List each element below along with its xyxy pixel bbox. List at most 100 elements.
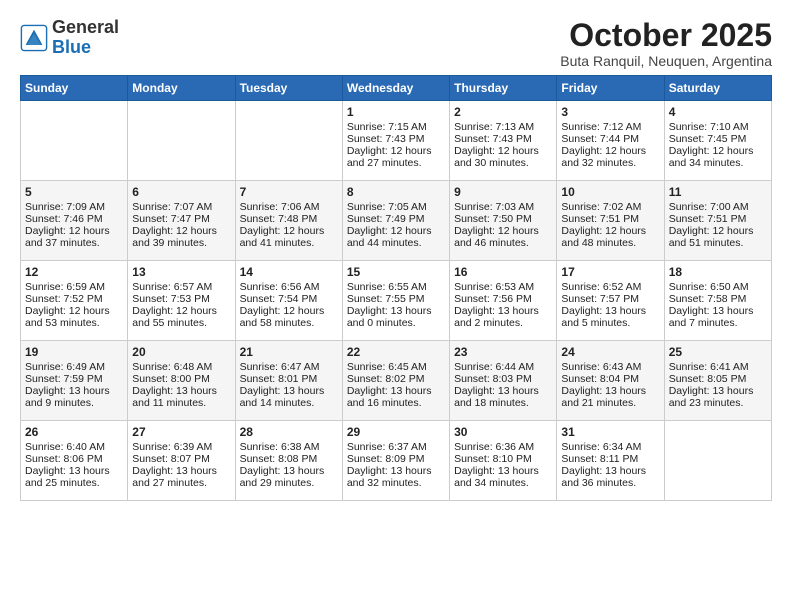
day-info-line: Sunrise: 7:12 AM [561,121,659,133]
day-info-line: and 5 minutes. [561,317,659,329]
day-info-line: Sunrise: 7:07 AM [132,201,230,213]
day-info-line: Sunset: 7:44 PM [561,133,659,145]
day-cell: 16Sunrise: 6:53 AMSunset: 7:56 PMDayligh… [450,261,557,341]
day-cell: 27Sunrise: 6:39 AMSunset: 8:07 PMDayligh… [128,421,235,501]
logo: General Blue [20,18,119,58]
day-number: 27 [132,425,230,439]
week-row-2: 5Sunrise: 7:09 AMSunset: 7:46 PMDaylight… [21,181,772,261]
day-info-line: and 55 minutes. [132,317,230,329]
day-number: 29 [347,425,445,439]
day-info-line: Sunset: 7:50 PM [454,213,552,225]
day-info-line: Daylight: 12 hours [132,225,230,237]
day-info-line: Sunrise: 7:03 AM [454,201,552,213]
day-info-line: Sunset: 8:09 PM [347,453,445,465]
day-info-line: Sunrise: 6:47 AM [240,361,338,373]
day-info-line: Sunrise: 6:41 AM [669,361,767,373]
day-info-line: Sunrise: 6:48 AM [132,361,230,373]
day-cell [235,101,342,181]
day-info-line: and 27 minutes. [347,157,445,169]
day-number: 17 [561,265,659,279]
day-info-line: Sunset: 8:07 PM [132,453,230,465]
day-info-line: Sunrise: 6:44 AM [454,361,552,373]
day-info-line: Sunrise: 6:52 AM [561,281,659,293]
day-cell: 21Sunrise: 6:47 AMSunset: 8:01 PMDayligh… [235,341,342,421]
day-cell: 15Sunrise: 6:55 AMSunset: 7:55 PMDayligh… [342,261,449,341]
day-info-line: Daylight: 12 hours [454,145,552,157]
day-cell: 24Sunrise: 6:43 AMSunset: 8:04 PMDayligh… [557,341,664,421]
day-info-line: Daylight: 12 hours [561,225,659,237]
day-number: 10 [561,185,659,199]
col-wednesday: Wednesday [342,76,449,101]
day-info-line: and 29 minutes. [240,477,338,489]
day-info-line: and 14 minutes. [240,397,338,409]
day-info-line: Daylight: 12 hours [347,145,445,157]
day-info-line: Sunrise: 7:02 AM [561,201,659,213]
day-info-line: Sunset: 7:56 PM [454,293,552,305]
header-row: Sunday Monday Tuesday Wednesday Thursday… [21,76,772,101]
day-cell: 11Sunrise: 7:00 AMSunset: 7:51 PMDayligh… [664,181,771,261]
logo-icon [20,24,48,52]
day-cell: 10Sunrise: 7:02 AMSunset: 7:51 PMDayligh… [557,181,664,261]
day-info-line: Sunset: 8:05 PM [669,373,767,385]
day-cell: 5Sunrise: 7:09 AMSunset: 7:46 PMDaylight… [21,181,128,261]
day-info-line: Daylight: 13 hours [240,465,338,477]
day-info-line: Sunrise: 6:38 AM [240,441,338,453]
subtitle: Buta Ranquil, Neuquen, Argentina [560,53,772,69]
day-info-line: Daylight: 12 hours [347,225,445,237]
day-number: 31 [561,425,659,439]
day-cell: 22Sunrise: 6:45 AMSunset: 8:02 PMDayligh… [342,341,449,421]
day-info-line: and 23 minutes. [669,397,767,409]
day-info-line: Daylight: 12 hours [454,225,552,237]
day-info-line: Daylight: 12 hours [25,305,123,317]
day-info-line: Daylight: 13 hours [669,305,767,317]
day-number: 21 [240,345,338,359]
day-info-line: Sunrise: 7:13 AM [454,121,552,133]
day-info-line: Sunrise: 6:45 AM [347,361,445,373]
day-info-line: Sunset: 7:49 PM [347,213,445,225]
day-info-line: Sunrise: 6:40 AM [25,441,123,453]
day-info-line: Sunset: 8:04 PM [561,373,659,385]
calendar-page: General Blue October 2025 Buta Ranquil, … [0,0,792,612]
day-info-line: Sunrise: 7:05 AM [347,201,445,213]
day-number: 22 [347,345,445,359]
day-info-line: and 53 minutes. [25,317,123,329]
day-number: 18 [669,265,767,279]
day-number: 15 [347,265,445,279]
day-number: 25 [669,345,767,359]
day-cell: 12Sunrise: 6:59 AMSunset: 7:52 PMDayligh… [21,261,128,341]
day-info-line: Sunrise: 6:34 AM [561,441,659,453]
day-info-line: Sunset: 8:03 PM [454,373,552,385]
col-thursday: Thursday [450,76,557,101]
day-cell: 18Sunrise: 6:50 AMSunset: 7:58 PMDayligh… [664,261,771,341]
day-cell: 19Sunrise: 6:49 AMSunset: 7:59 PMDayligh… [21,341,128,421]
logo-text: General Blue [52,18,119,58]
day-info-line: Daylight: 13 hours [561,465,659,477]
day-number: 26 [25,425,123,439]
day-info-line: and 21 minutes. [561,397,659,409]
day-number: 3 [561,105,659,119]
week-row-3: 12Sunrise: 6:59 AMSunset: 7:52 PMDayligh… [21,261,772,341]
day-info-line: and 27 minutes. [132,477,230,489]
day-number: 12 [25,265,123,279]
day-number: 24 [561,345,659,359]
day-info-line: Daylight: 13 hours [25,465,123,477]
day-cell: 29Sunrise: 6:37 AMSunset: 8:09 PMDayligh… [342,421,449,501]
day-info-line: Sunset: 8:10 PM [454,453,552,465]
day-info-line: Sunset: 7:48 PM [240,213,338,225]
day-cell: 25Sunrise: 6:41 AMSunset: 8:05 PMDayligh… [664,341,771,421]
day-info-line: and 18 minutes. [454,397,552,409]
week-row-1: 1Sunrise: 7:15 AMSunset: 7:43 PMDaylight… [21,101,772,181]
day-info-line: Daylight: 13 hours [347,385,445,397]
day-info-line: Sunrise: 6:50 AM [669,281,767,293]
day-info-line: Sunset: 7:45 PM [669,133,767,145]
day-info-line: Daylight: 12 hours [25,225,123,237]
header: General Blue October 2025 Buta Ranquil, … [20,18,772,69]
day-info-line: Daylight: 13 hours [132,385,230,397]
day-number: 1 [347,105,445,119]
day-info-line: and 11 minutes. [132,397,230,409]
day-info-line: Sunset: 7:53 PM [132,293,230,305]
day-info-line: Sunrise: 6:57 AM [132,281,230,293]
day-cell: 20Sunrise: 6:48 AMSunset: 8:00 PMDayligh… [128,341,235,421]
day-info-line: Daylight: 12 hours [132,305,230,317]
day-number: 2 [454,105,552,119]
